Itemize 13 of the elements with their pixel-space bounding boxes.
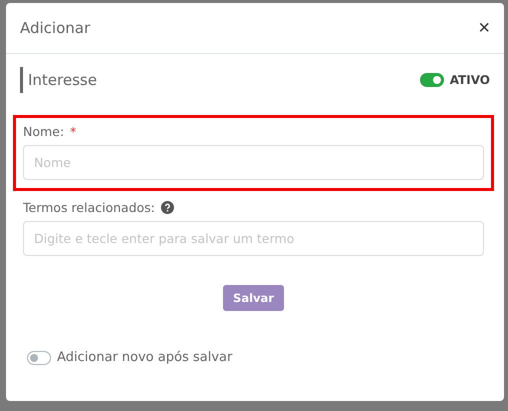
required-mark: * (70, 124, 76, 138)
toggle-switch[interactable] (27, 350, 51, 364)
section-title: Interesse (20, 67, 97, 93)
dialog-title: Adicionar (20, 19, 90, 37)
field-label: Nome: (23, 124, 64, 139)
help-icon[interactable] (161, 201, 174, 214)
field-label: Termos relacionados: (23, 200, 156, 215)
input-field[interactable]: Nome (23, 145, 484, 180)
toggle-switch[interactable] (420, 73, 444, 87)
close-button[interactable]: × (478, 18, 490, 38)
toggle-label: ATIVO (450, 73, 490, 87)
toggle-label: Adicionar novo após salvar (57, 350, 232, 365)
input-field[interactable]: Digite e tecle enter para salvar um termo (23, 221, 484, 256)
